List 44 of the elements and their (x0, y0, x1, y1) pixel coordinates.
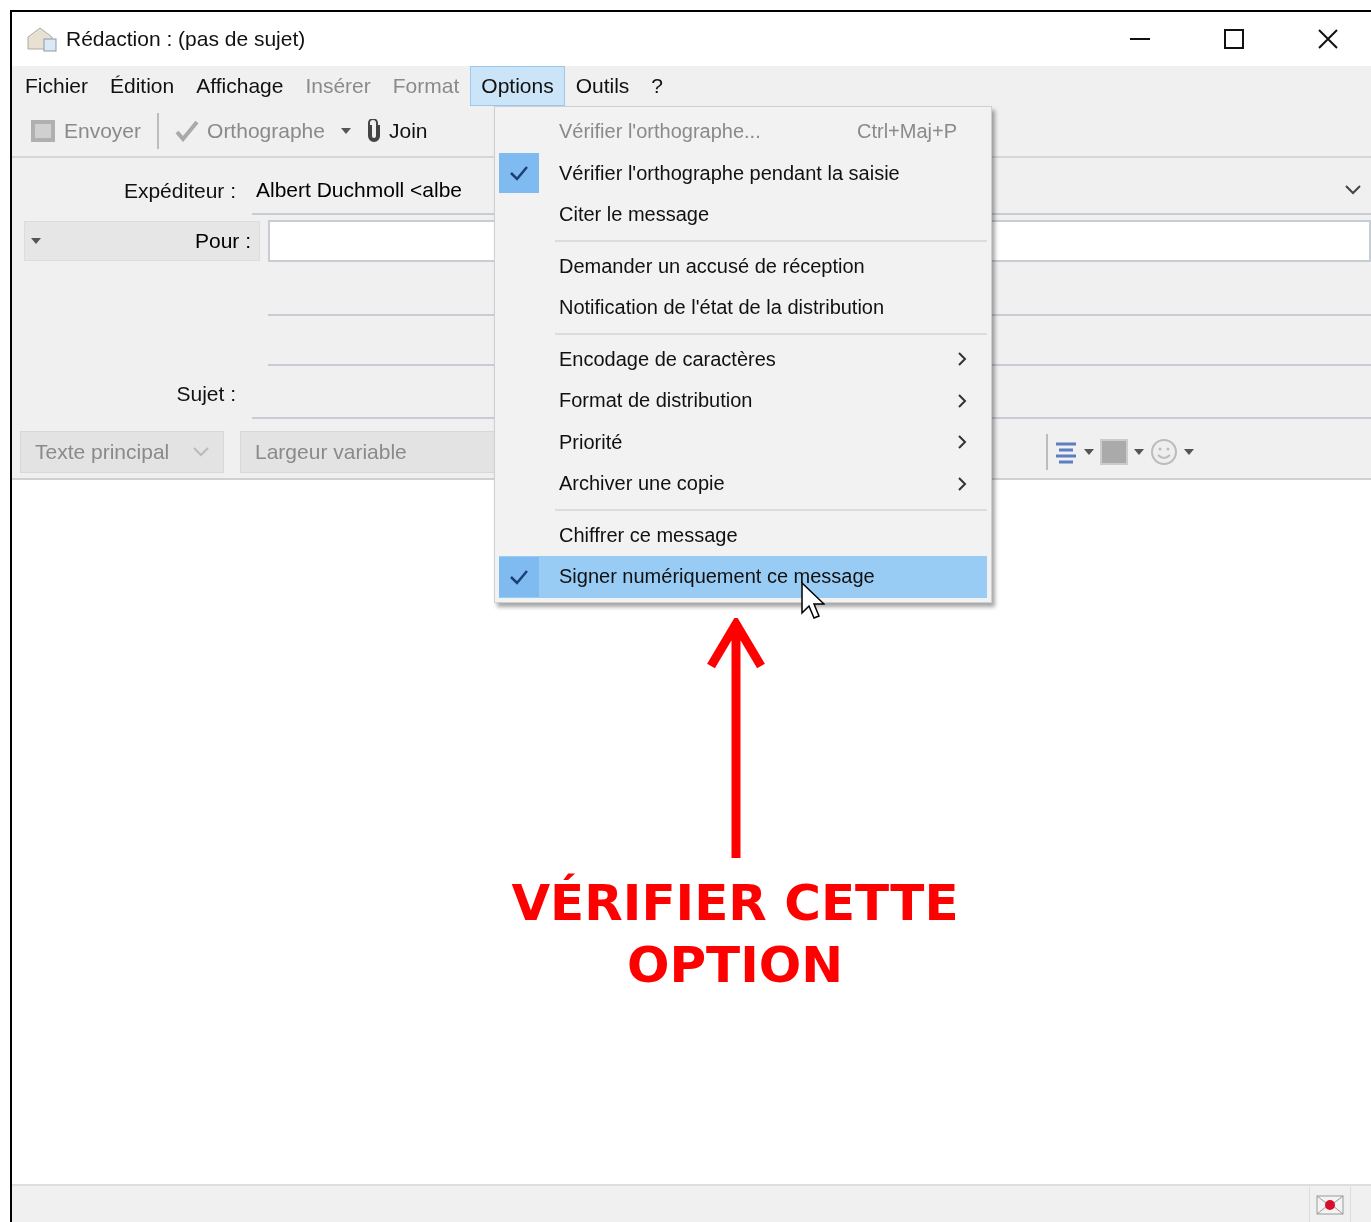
chevron-icon (1345, 185, 1361, 195)
menu-item[interactable]: Chiffrer ce message (499, 514, 987, 556)
envelope-icon (1316, 1195, 1344, 1215)
menu-item[interactable]: Affichage (185, 66, 295, 106)
menu-item[interactable]: Format de distribution (499, 380, 987, 422)
checkmark-icon (509, 568, 529, 585)
caret-icon (340, 128, 351, 134)
close-icon (1318, 29, 1338, 49)
menu-item[interactable]: Encodage de caractères (499, 338, 987, 380)
field-label: Expéditeur : (122, 179, 237, 203)
chevron-right-icon (957, 351, 967, 368)
menu-item[interactable]: Fichier (14, 66, 99, 106)
menu-item[interactable]: Édition (99, 66, 186, 106)
menu-item[interactable]: Citer le message (499, 194, 987, 236)
caret-icon (1184, 449, 1194, 455)
align-icon[interactable] (1054, 440, 1078, 464)
menu-item[interactable]: Signer numériquement ce message (499, 556, 987, 598)
send-icon (30, 119, 56, 143)
menu-item[interactable]: ? (640, 66, 675, 106)
menu-item[interactable]: Demander un accusé de réception (499, 245, 987, 287)
checkmark-icon (509, 165, 529, 182)
chevron-right-icon (957, 434, 967, 451)
chevron-right-icon (957, 475, 967, 492)
chevron-icon (193, 447, 209, 457)
window-title: Rédaction : (pas de sujet) (66, 27, 307, 51)
security-status-button[interactable] (1309, 1187, 1351, 1222)
toolbar-button[interactable]: Join (362, 115, 432, 147)
recipient-type-dropdown[interactable]: Pour : (24, 221, 260, 261)
caret-icon (1084, 449, 1094, 455)
maximize-icon (1224, 29, 1244, 49)
paperclip-icon (366, 119, 381, 143)
envelope-icon (26, 25, 58, 53)
color-swatch-icon[interactable] (1100, 439, 1128, 465)
menu-item[interactable]: Vérifier l'orthographe pendant la saisie (499, 152, 987, 194)
field-label: Sujet : (175, 382, 237, 406)
minimize-icon (1130, 38, 1150, 40)
checkmark-icon (175, 120, 200, 142)
annotation-text: VÉRIFIER CETTE OPTION (510, 872, 960, 996)
chevron-right-icon (957, 392, 967, 409)
menu-item[interactable]: Options (470, 66, 565, 106)
caret-icon (1134, 449, 1144, 455)
menu-item[interactable]: Outils (564, 66, 641, 106)
caret-icon (31, 238, 41, 244)
menu-item[interactable]: Notification de l'état de la distribution (499, 287, 987, 329)
